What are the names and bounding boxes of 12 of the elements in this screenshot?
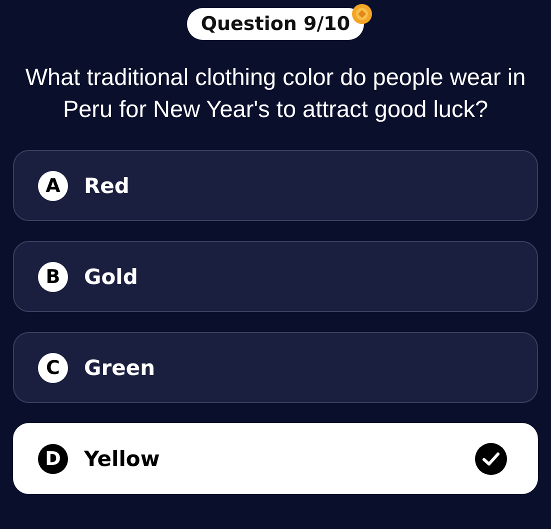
- option-letter: B: [38, 262, 68, 292]
- option-letter: D: [38, 444, 68, 474]
- coin-icon: [352, 4, 372, 24]
- question-counter: Question 9/10: [186, 8, 364, 40]
- question-text: What traditional clothing color do people wear in Peru for New Year's to attract good luck?: [24, 63, 527, 124]
- checkmark-icon: [475, 442, 507, 474]
- answer-option[interactable]: A Red: [13, 150, 538, 221]
- answer-option[interactable]: D Yellow: [13, 423, 538, 494]
- option-letter: C: [38, 352, 68, 382]
- answer-option[interactable]: C Green: [13, 332, 538, 403]
- answer-option[interactable]: B Gold: [13, 241, 538, 312]
- option-letter: A: [38, 170, 68, 200]
